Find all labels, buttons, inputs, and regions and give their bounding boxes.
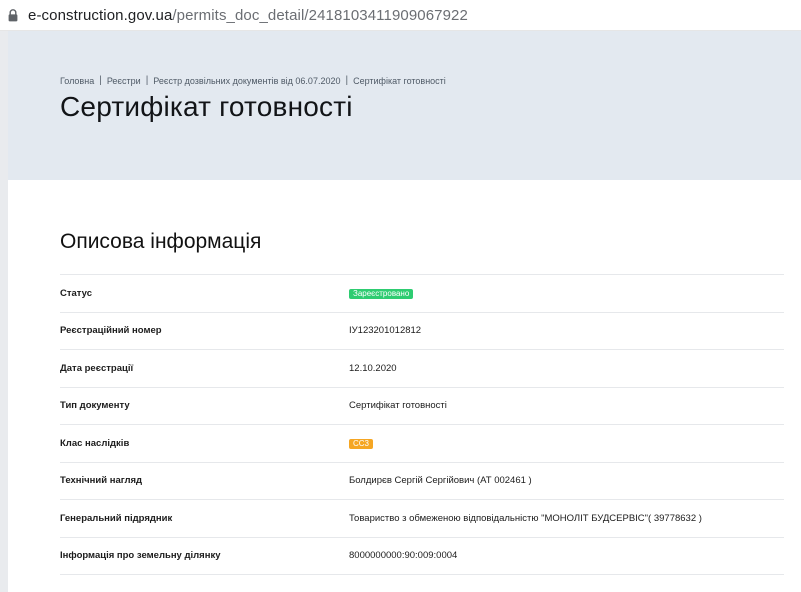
technical-supervision-label: Технічний нагляд — [60, 475, 143, 487]
registration-date-value: 12.10.2020 — [349, 362, 397, 374]
breadcrumb-separator: | — [145, 75, 149, 86]
document-type-label: Тип документу — [60, 400, 130, 412]
consequence-class-label: Клас наслідків — [60, 437, 130, 449]
document-type-value: Сертифікат готовності — [349, 400, 447, 412]
page-header: Головна | Реєстри | Реєстр дозвільних до… — [8, 31, 801, 180]
general-contractor-value: Товариство з обмеженою відповідальністю … — [349, 512, 702, 524]
breadcrumb-separator: | — [99, 75, 102, 86]
consequence-class-badge: СС3 — [349, 438, 374, 449]
status-value: Зареєстровано — [349, 288, 414, 299]
table-row: Генеральний підрядник Товариство з обмеж… — [60, 500, 784, 538]
table-row: Технічний нагляд Болдирєв Сергій Сергійо… — [60, 463, 784, 500]
url-text[interactable]: e-construction.gov.ua/permits_doc_detail… — [28, 7, 468, 24]
address-bar[interactable]: e-construction.gov.ua/permits_doc_detail… — [0, 0, 801, 31]
land-plot-label: Інформація про земельну ділянку — [60, 550, 221, 562]
breadcrumb-home[interactable]: Головна — [60, 76, 94, 86]
lock-icon — [6, 7, 20, 23]
left-gutter — [0, 31, 8, 592]
technical-supervision-value: Болдирєв Сергій Сергійович (АТ 002461 ) — [349, 475, 532, 487]
page-title: Сертифікат готовності — [60, 91, 353, 122]
breadcrumb: Головна | Реєстри | Реєстр дозвільних до… — [60, 75, 446, 86]
table-row: Інформація про земельну ділянку 80000000… — [60, 538, 784, 575]
section-title: Описова інформація — [60, 230, 262, 253]
registration-date-label: Дата реєстрації — [60, 362, 134, 374]
registration-number-value: ІУ123201012812 — [349, 325, 422, 337]
table-row: Дата реєстрації 12.10.2020 — [60, 350, 784, 388]
general-contractor-label: Генеральний підрядник — [60, 512, 173, 524]
breadcrumb-separator: | — [345, 75, 349, 86]
info-table: Статус Зареєстровано Реєстраційний номер… — [60, 274, 784, 575]
table-row: Клас наслідків СС3 — [60, 425, 784, 463]
registration-number-label: Реєстраційний номер — [60, 325, 162, 337]
status-badge: Зареєстровано — [349, 288, 414, 299]
table-row: Тип документу Сертифікат готовності — [60, 388, 784, 425]
consequence-class-value: СС3 — [349, 438, 374, 449]
status-label: Статус — [60, 287, 93, 299]
url-host: e-construction.gov.ua — [28, 6, 173, 24]
land-plot-value: 8000000000:90:009:0004 — [349, 550, 458, 562]
breadcrumb-current: Сертифікат готовності — [353, 75, 446, 86]
table-row: Статус Зареєстровано — [60, 275, 784, 313]
table-row: Реєстраційний номер ІУ123201012812 — [60, 313, 784, 350]
breadcrumb-permits-registry[interactable]: Реєстр дозвільних документів від 06.07.2… — [153, 76, 340, 86]
breadcrumb-registries[interactable]: Реєстри — [107, 76, 141, 86]
url-path: /permits_doc_detail/2418103411909067922 — [172, 6, 468, 24]
